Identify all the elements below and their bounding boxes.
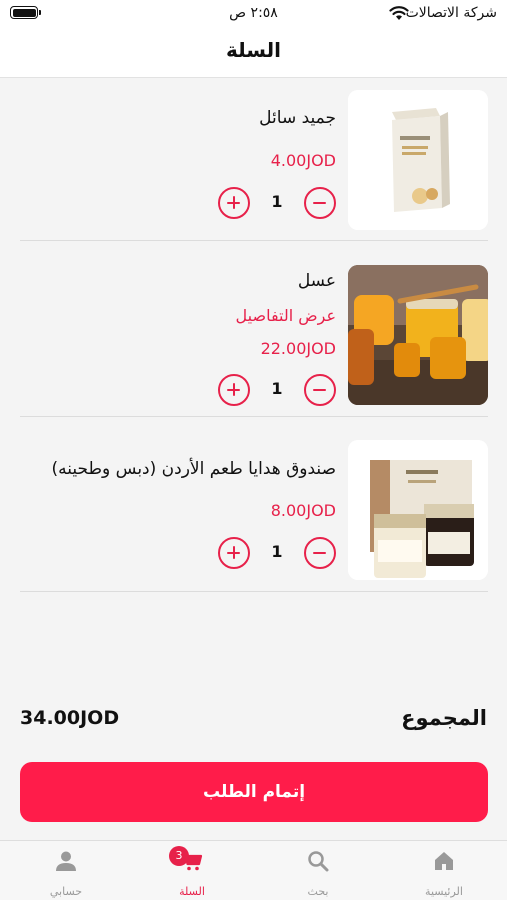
quantity-value: 1 [271,542,283,561]
increase-quantity-button[interactable] [218,374,250,406]
quantity-stepper: 1 [218,374,336,406]
tab-label: السلة [179,885,205,898]
status-bar: ٢:٥٨ ص شركة الاتصالات [0,0,507,30]
quantity-value: 1 [271,379,283,398]
product-image[interactable] [348,90,488,230]
cart-item: عسل عرض التفاصيل 22.00JOD 1 [20,265,488,406]
view-details-link[interactable]: عرض التفاصيل [236,306,336,325]
tab-label: حسابي [49,885,83,898]
tab-cart[interactable]: 3 السلة [129,841,255,900]
quantity-value: 1 [271,192,283,211]
nav-header: السلة [0,30,507,78]
item-divider [20,416,488,417]
quantity-stepper: 1 [218,537,336,569]
increase-quantity-button[interactable] [218,187,250,219]
total-value: 34.00JOD [20,707,120,729]
cart-count-badge: 3 [169,846,189,866]
home-icon [435,852,453,870]
item-divider [20,240,488,241]
product-name: عسل [297,271,336,291]
checkout-button[interactable]: إتمام الطلب [20,762,488,822]
product-price: 8.00JOD [270,501,336,520]
quantity-stepper: 1 [218,187,336,219]
decrease-quantity-button[interactable] [304,187,336,219]
page-title: السلة [225,38,281,62]
item-divider [20,591,488,592]
total-label: المجموع [401,706,487,730]
product-name: جميد سائل [259,108,336,128]
cart-item: صندوق هدايا طعم الأردن (دبس وطحينه) 8.00… [20,440,488,580]
tab-home[interactable]: الرئيسية [381,841,507,900]
carrier-name: شركة الاتصالات [405,5,497,21]
product-name: صندوق هدايا طعم الأردن (دبس وطحينه) [51,459,336,479]
product-image[interactable] [348,265,488,405]
product-price: 22.00JOD [260,339,336,358]
tab-bar: الرئيسية بحث 3 السلة حسابي [0,840,507,900]
product-price: 4.00JOD [270,151,336,170]
tab-account[interactable]: حسابي [3,841,129,900]
decrease-quantity-button[interactable] [304,537,336,569]
person-icon [56,851,76,871]
decrease-quantity-button[interactable] [304,374,336,406]
tab-search[interactable]: بحث [255,841,381,900]
product-image[interactable] [348,440,488,580]
search-icon [308,851,329,872]
tab-label: الرئيسية [425,885,463,898]
increase-quantity-button[interactable] [218,537,250,569]
tab-label: بحث [307,885,329,898]
cart-item: جميد سائل 4.00JOD 1 [20,90,488,230]
